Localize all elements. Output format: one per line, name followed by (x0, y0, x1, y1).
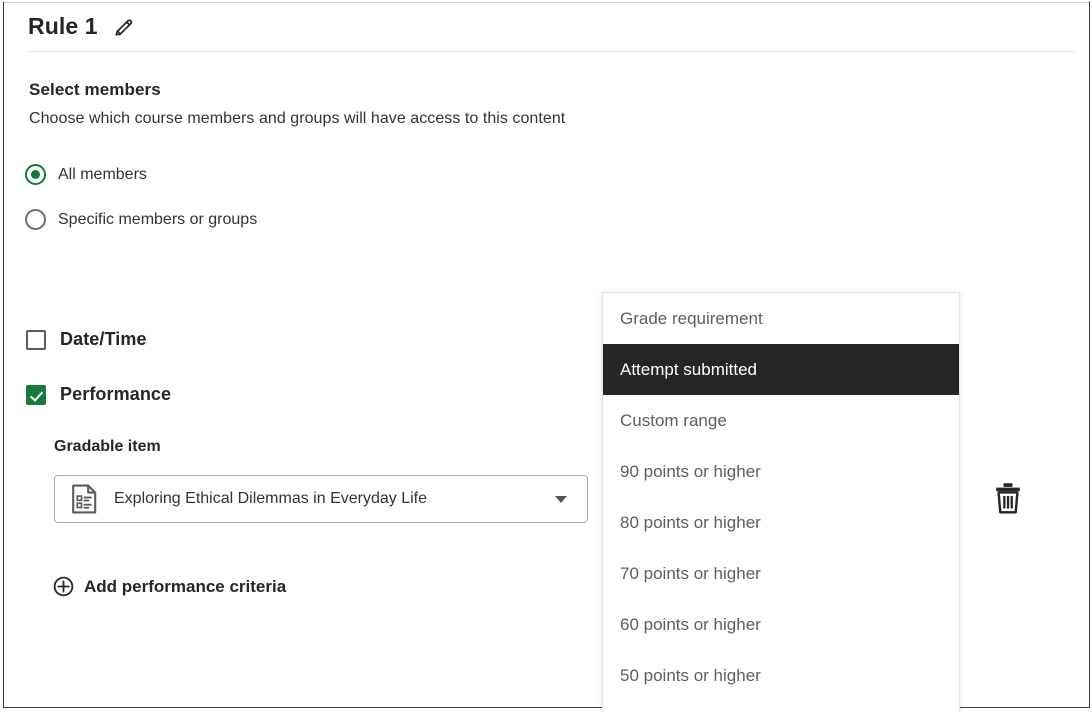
gradable-item-value: Exploring Ethical Dilemmas in Everyday L… (114, 490, 555, 508)
dropdown-option[interactable]: 50 points or higher (603, 650, 959, 701)
radio-label: Specific members or groups (58, 211, 257, 229)
performance-criteria-dropdown[interactable]: Grade requirement Attempt submitted Cust… (602, 292, 960, 712)
checkbox-indicator-checked (26, 385, 46, 405)
checkbox-indicator (26, 330, 46, 350)
section-title: Select members (29, 80, 161, 100)
gradable-item-label: Gradable item (54, 438, 161, 456)
radio-label: All members (58, 166, 147, 184)
checkbox-date-time[interactable]: Date/Time (26, 329, 147, 350)
radio-indicator (25, 209, 46, 230)
dropdown-option[interactable]: 60 points or higher (603, 599, 959, 650)
checkbox-label: Performance (60, 384, 171, 405)
dropdown-option[interactable]: Custom range (603, 395, 959, 446)
add-performance-criteria-button[interactable]: Add performance criteria (53, 576, 286, 597)
section-description: Choose which course members and groups w… (29, 110, 565, 128)
dropdown-option-selected[interactable]: Attempt submitted (603, 344, 959, 395)
pencil-icon[interactable] (111, 14, 137, 40)
add-performance-criteria-label: Add performance criteria (84, 577, 286, 597)
panel-header: Rule 1 (4, 2, 1089, 51)
trash-icon (992, 481, 1024, 515)
radio-specific-members[interactable]: Specific members or groups (25, 209, 257, 230)
gradable-item-select[interactable]: Exploring Ethical Dilemmas in Everyday L… (54, 475, 588, 523)
plus-circle-icon (53, 576, 74, 597)
document-list-icon (71, 484, 98, 514)
header-divider (28, 51, 1075, 52)
rule-editor-screen: Rule 1 Select members Choose which cours… (0, 0, 1092, 712)
dropdown-option[interactable]: 70 points or higher (603, 548, 959, 599)
page-title: Rule 1 (28, 13, 98, 40)
checkbox-performance[interactable]: Performance (26, 384, 171, 405)
dropdown-option[interactable]: 80 points or higher (603, 497, 959, 548)
dropdown-option[interactable]: Grade requirement (603, 293, 959, 344)
delete-criteria-button[interactable] (986, 476, 1030, 520)
checkbox-label: Date/Time (60, 329, 147, 350)
chevron-down-icon (555, 496, 567, 503)
dropdown-option[interactable]: 90 points or higher (603, 446, 959, 497)
radio-indicator-selected (25, 164, 46, 185)
radio-all-members[interactable]: All members (25, 164, 147, 185)
